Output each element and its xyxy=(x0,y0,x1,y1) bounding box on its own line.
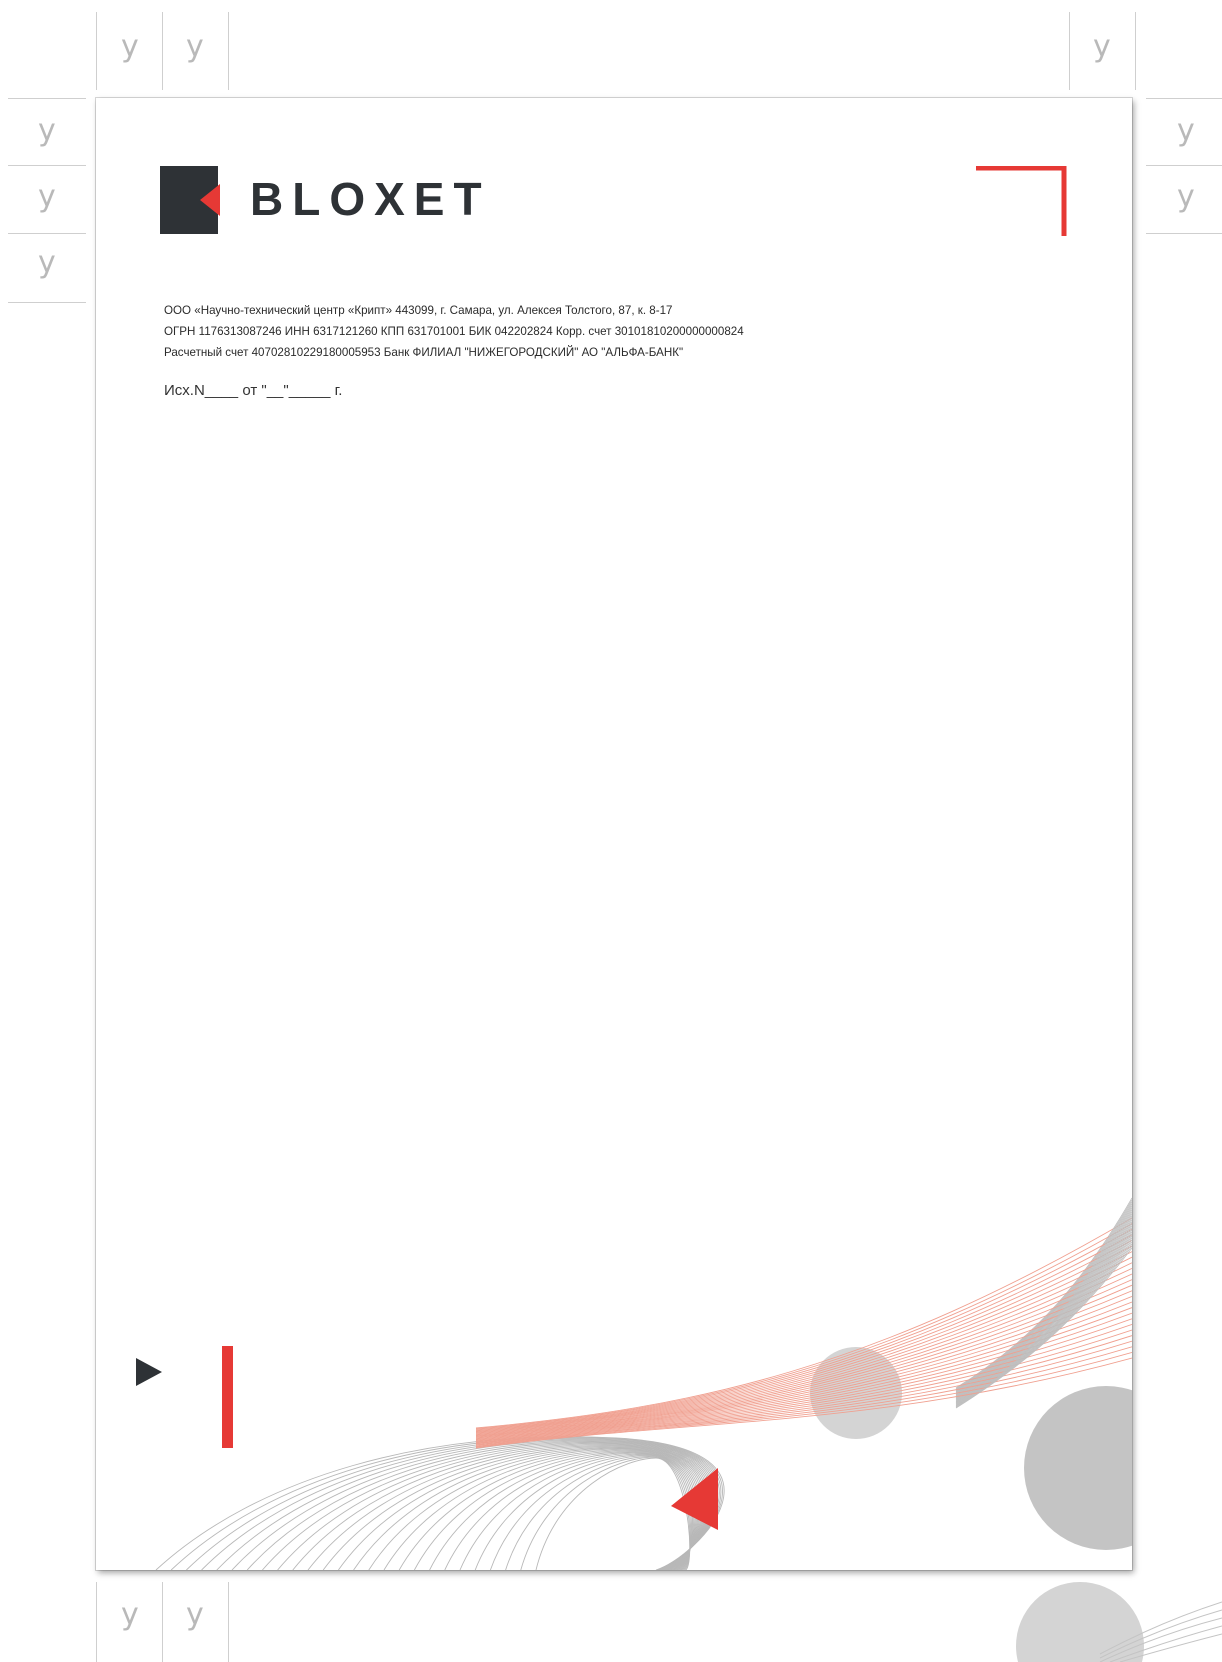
wave-line-gray xyxy=(444,1452,696,1570)
wave-line-gray xyxy=(489,1455,692,1570)
guide-mark: у xyxy=(38,245,56,280)
guide-mark: у xyxy=(1177,113,1195,148)
guide-line-v4 xyxy=(1069,12,1070,90)
wave-lines-icon xyxy=(155,1197,1132,1570)
wave-line-gray xyxy=(459,1453,695,1570)
wave-line-gray xyxy=(231,1440,717,1570)
wave-line-gray xyxy=(262,1442,714,1570)
wave-line-gray xyxy=(955,1199,1132,1390)
guide-line-v5 xyxy=(1135,12,1136,90)
wave-line-red xyxy=(475,1223,1132,1430)
guide-mark: у xyxy=(1177,179,1195,214)
wave-line-gray xyxy=(429,1451,697,1570)
letterhead-sheet: BLOXET ООО «Научно-технический центр «Кр… xyxy=(96,98,1132,1570)
bottom-decoration xyxy=(136,1197,1132,1570)
guide-line-h5 xyxy=(1146,98,1222,99)
play-triangle-icon xyxy=(136,1358,162,1386)
guide-mark: у xyxy=(38,179,56,214)
guide-line-v3 xyxy=(228,12,229,90)
guide-mark: у xyxy=(38,113,56,148)
guide-line-v7 xyxy=(162,1582,163,1662)
wave-line-red xyxy=(475,1217,1132,1429)
guide-line-v8 xyxy=(228,1582,229,1662)
wave-line-gray xyxy=(277,1443,712,1570)
guide-line-h7 xyxy=(1146,233,1222,234)
guide-line-h1 xyxy=(8,98,86,99)
guide-mark: у xyxy=(1093,29,1111,64)
wave-line-gray xyxy=(955,1207,1132,1393)
guide-mark: у xyxy=(186,29,204,64)
wave-line-gray xyxy=(292,1444,711,1570)
guide-mark: у xyxy=(121,1597,139,1632)
gray-circle-icon xyxy=(1024,1386,1132,1550)
wave-line-gray xyxy=(338,1446,706,1570)
guide-line-h2 xyxy=(8,165,86,166)
guide-mark: у xyxy=(186,1597,204,1632)
guide-mark: у xyxy=(121,29,139,64)
guide-line-h6 xyxy=(1146,165,1222,166)
guide-line-h4 xyxy=(8,302,86,303)
wave-line-gray xyxy=(535,1457,691,1570)
guide-line-h3 xyxy=(8,233,86,234)
gray-circle-icon xyxy=(1016,1582,1144,1662)
red-bar-icon xyxy=(222,1346,233,1448)
outside-circle-decor xyxy=(1016,1582,1222,1662)
guide-line-v2 xyxy=(162,12,163,90)
wave-line-gray xyxy=(474,1454,693,1570)
wave-line-gray xyxy=(383,1449,701,1570)
guide-line-v6 xyxy=(96,1582,97,1662)
guide-line-v1 xyxy=(96,12,97,90)
